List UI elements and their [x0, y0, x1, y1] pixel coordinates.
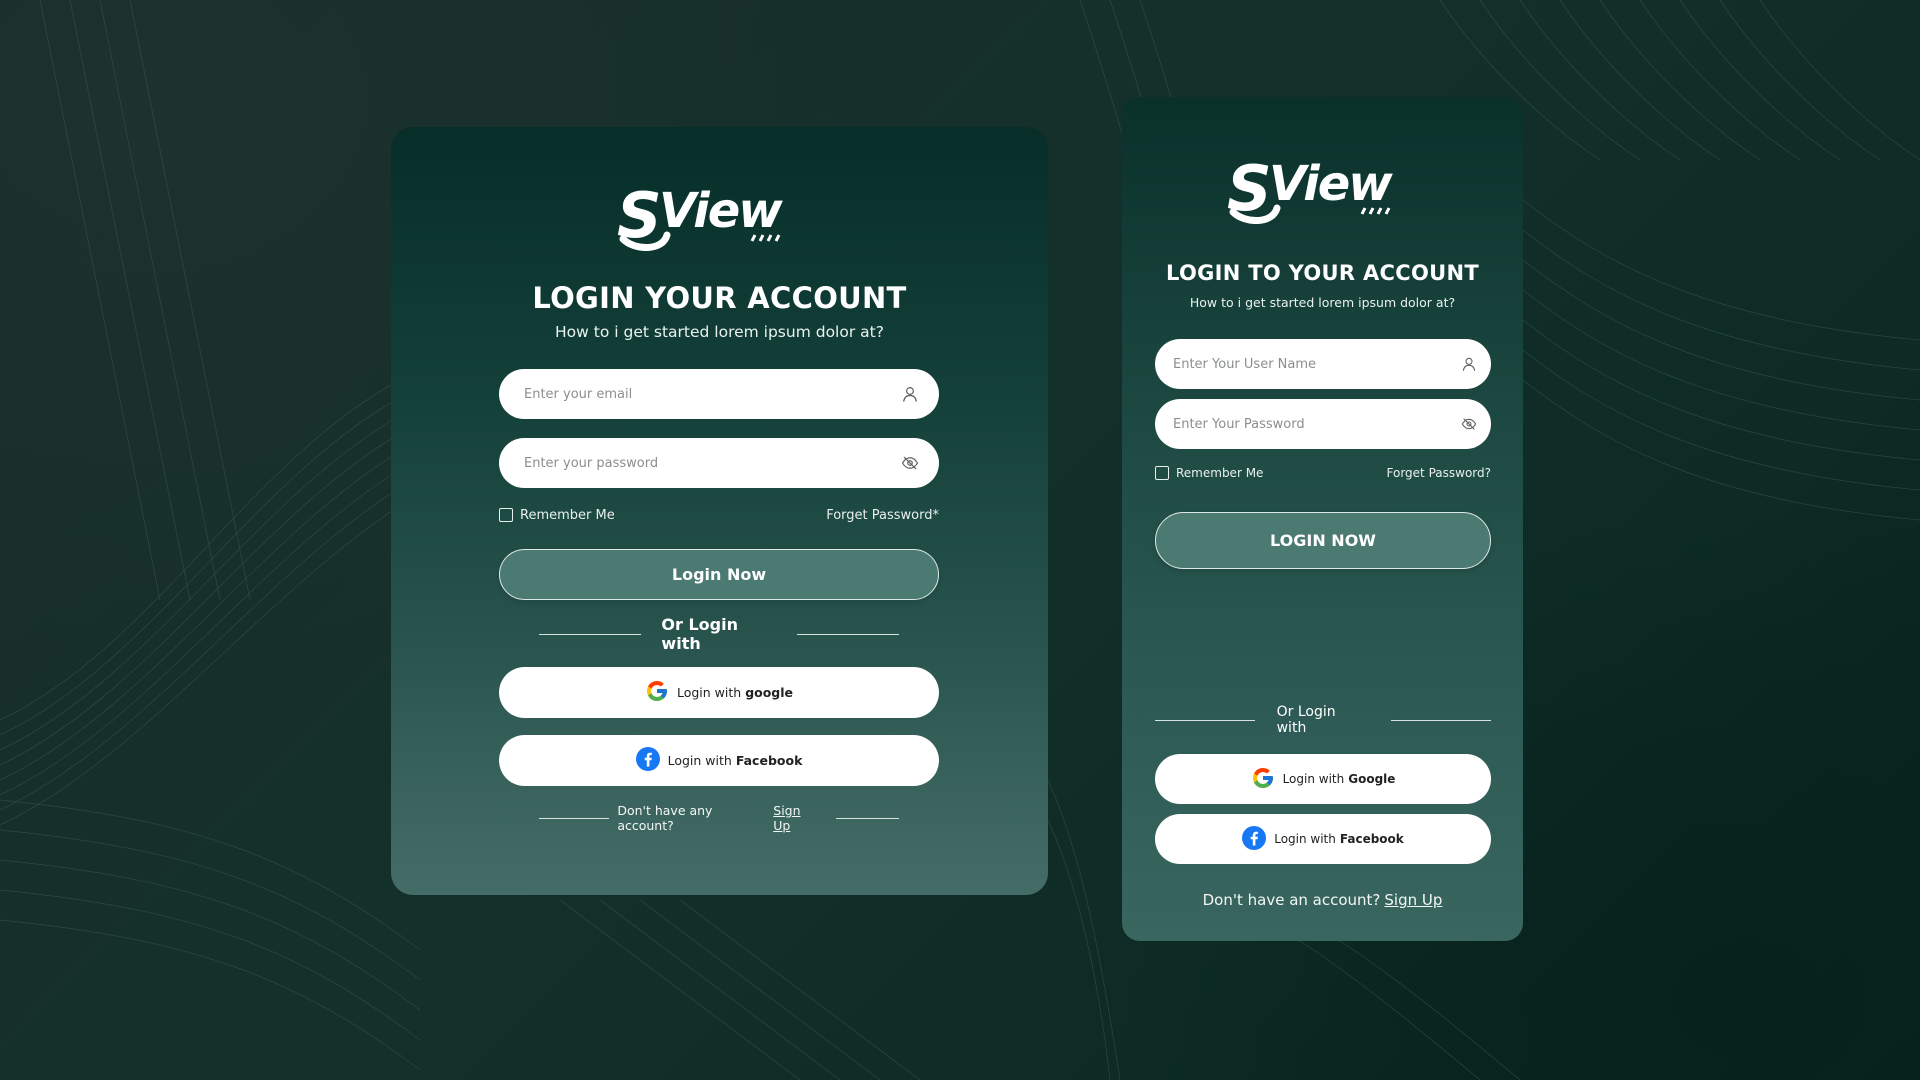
sview-logo: S View — [1225, 152, 1417, 224]
facebook-label-brand: Facebook — [1339, 832, 1404, 846]
remember-me-label: Remember Me — [1176, 466, 1264, 480]
page-subtitle: How to i get started lorem ipsum dolor a… — [1189, 295, 1456, 310]
remember-me[interactable]: Remember Me — [1155, 466, 1263, 480]
signup-link[interactable]: Sign Up — [773, 803, 820, 833]
google-icon — [1251, 766, 1275, 793]
divider-text: Or Login with — [1276, 704, 1336, 736]
login-button[interactable]: Login Now — [499, 549, 939, 600]
facebook-login-button[interactable]: Login with Facebook — [499, 735, 939, 786]
footer-line-right — [836, 817, 899, 819]
forgot-password-link[interactable]: Forget Password* — [826, 508, 939, 523]
divider-line-right — [796, 633, 900, 635]
page-title: LOGIN TO YOUR ACCOUNT — [1166, 261, 1479, 285]
google-label-brand: google — [745, 685, 794, 700]
facebook-label-brand: Facebook — [735, 753, 803, 768]
remember-me-checkbox[interactable] — [499, 508, 513, 522]
login-card-right: S View LOGIN TO YOUR ACCOUNT How to i ge… — [1122, 97, 1523, 941]
google-label-prefix: Login with — [676, 685, 742, 700]
google-label-prefix: Login with — [1282, 772, 1345, 786]
user-icon — [1457, 356, 1481, 372]
remember-forgot-row: Remember Me Forget Password* — [499, 505, 939, 525]
google-login-button[interactable]: Login with google — [499, 667, 939, 718]
forgot-password-link[interactable]: Forget Password? — [1387, 466, 1491, 480]
or-login-divider: Or Login with — [1155, 704, 1491, 736]
signup-footer: Don't have any account? Sign Up — [539, 803, 899, 833]
divider-line-right — [1391, 719, 1491, 721]
password-field[interactable] — [499, 438, 939, 488]
user-icon — [895, 385, 925, 403]
svg-text:View: View — [659, 183, 783, 239]
login-button[interactable]: LOGIN NOW — [1155, 512, 1491, 569]
sview-logo: S View — [615, 179, 807, 251]
email-field[interactable] — [499, 369, 939, 419]
password-input[interactable] — [1155, 399, 1457, 449]
password-input[interactable] — [499, 438, 895, 488]
footer-line-left — [539, 817, 610, 819]
google-icon — [645, 679, 669, 706]
svg-text:View: View — [1269, 156, 1393, 212]
username-field[interactable] — [1155, 339, 1491, 389]
password-field[interactable] — [1155, 399, 1491, 449]
facebook-label-prefix: Login with — [1274, 832, 1336, 846]
remember-me-checkbox[interactable] — [1155, 466, 1169, 480]
remember-forgot-row: Remember Me Forget Password? — [1155, 464, 1491, 482]
page-subtitle: How to i get started lorem ipsum dolor a… — [555, 323, 884, 341]
eye-off-icon[interactable] — [1457, 416, 1481, 432]
signup-footer: Don't have an account? Sign Up — [1122, 889, 1523, 911]
page-title: LOGIN YOUR ACCOUNT — [532, 281, 907, 315]
email-input[interactable] — [499, 369, 895, 419]
remember-me-label: Remember Me — [520, 507, 615, 523]
google-label-brand: Google — [1348, 772, 1396, 786]
facebook-login-button[interactable]: Login with Facebook — [1155, 814, 1491, 864]
facebook-icon — [1242, 825, 1267, 853]
eye-off-icon[interactable] — [895, 454, 925, 472]
username-input[interactable] — [1155, 339, 1457, 389]
or-login-divider: Or Login with — [539, 615, 900, 653]
facebook-label-prefix: Login with — [667, 753, 732, 768]
facebook-icon — [635, 747, 660, 774]
footer-text: Don't have any account? — [617, 803, 713, 833]
signup-link[interactable]: Sign Up — [1384, 891, 1442, 909]
divider-text: Or Login with — [661, 615, 738, 653]
footer-text: Don't have an account? — [1202, 891, 1381, 909]
divider-line-left — [539, 633, 642, 635]
remember-me[interactable]: Remember Me — [499, 508, 615, 523]
google-login-button[interactable]: Login with Google — [1155, 754, 1491, 804]
divider-line-left — [1155, 719, 1255, 721]
login-card-left: S View LOGIN YOUR ACCOUNT How to i get s… — [391, 127, 1048, 895]
